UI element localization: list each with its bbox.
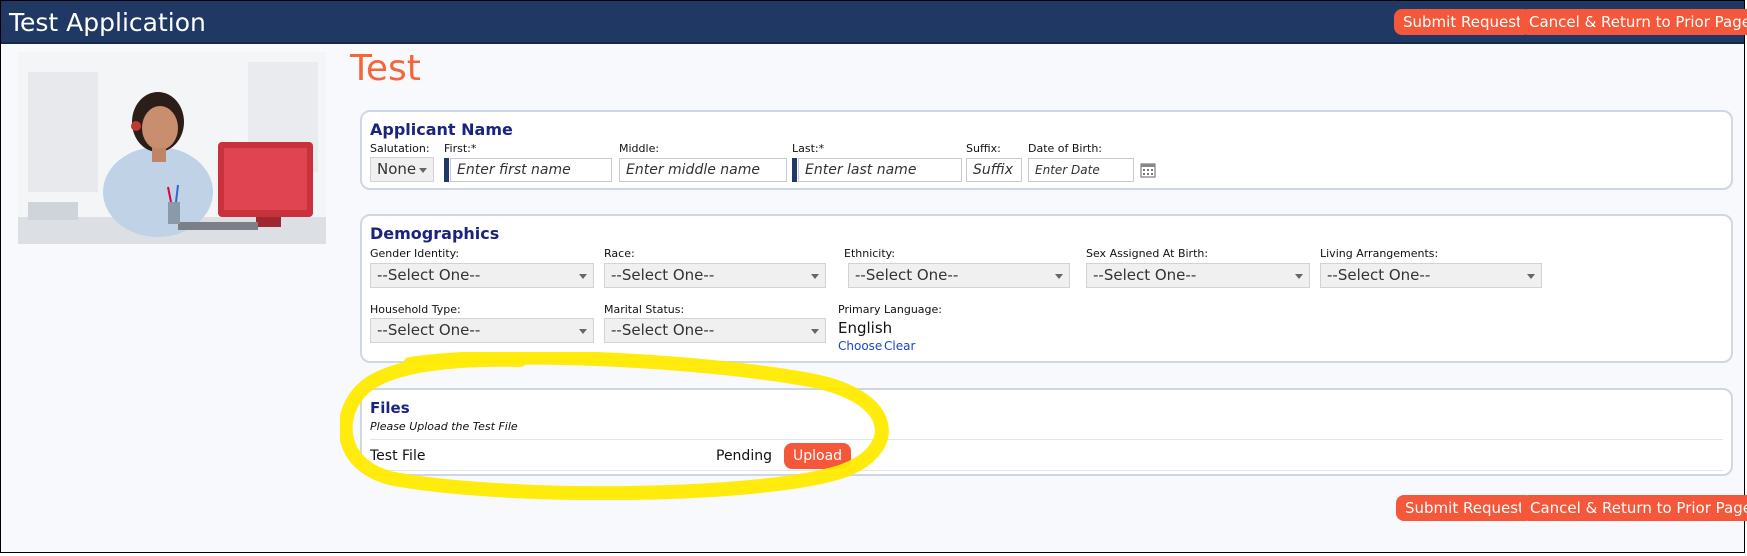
agent-at-computer-illustration	[18, 52, 326, 244]
ethnicity-value: --Select One--	[855, 266, 959, 284]
cancel-return-button-bottom[interactable]: Cancel & Return to Prior Page	[1521, 495, 1747, 521]
dob-input[interactable]: Enter Date	[1028, 158, 1134, 182]
calendar-icon[interactable]	[1140, 162, 1156, 183]
top-bar: Test Application Submit Request Cancel &…	[1, 1, 1747, 44]
file-name: Test File	[370, 448, 426, 464]
upload-button[interactable]: Upload	[784, 443, 852, 469]
chevron-down-icon	[811, 274, 819, 279]
applicant-name-title: Applicant Name	[370, 120, 513, 139]
marital-status-select[interactable]: --Select One--	[604, 318, 826, 343]
race-select[interactable]: --Select One--	[604, 263, 826, 288]
marital-status-label: Marital Status:	[604, 303, 685, 316]
primary-language-label: Primary Language:	[838, 303, 942, 316]
sex-assigned-value: --Select One--	[1093, 266, 1197, 284]
chevron-down-icon	[1527, 274, 1535, 279]
living-arrangements-value: --Select One--	[1327, 266, 1431, 284]
salutation-select[interactable]: None	[370, 157, 434, 182]
applicant-name-panel: Applicant Name Salutation: None First:* …	[360, 110, 1733, 190]
ethnicity-select[interactable]: --Select One--	[848, 263, 1070, 288]
suffix-label: Suffix:	[966, 142, 1001, 155]
marital-status-value: --Select One--	[611, 321, 715, 339]
living-arrangements-label: Living Arrangements:	[1320, 247, 1439, 260]
chevron-down-icon	[811, 329, 819, 334]
file-status: Pending	[716, 448, 772, 464]
salutation-label: Salutation:	[370, 142, 430, 155]
suffix-input[interactable]: Suffix	[966, 158, 1022, 182]
race-value: --Select One--	[611, 266, 715, 284]
household-type-value: --Select One--	[377, 321, 481, 339]
middle-name-label: Middle:	[619, 142, 660, 155]
salutation-value: None	[377, 160, 417, 178]
submit-request-button-bottom[interactable]: Submit Request	[1396, 495, 1533, 521]
page-title: Test	[350, 48, 421, 89]
chevron-down-icon	[1055, 274, 1063, 279]
files-title: Files	[370, 399, 410, 417]
household-type-label: Household Type:	[370, 303, 461, 316]
required-marker	[444, 158, 449, 182]
chevron-down-icon	[579, 329, 587, 334]
primary-language-value: English	[838, 319, 893, 337]
gender-identity-value: --Select One--	[377, 266, 481, 284]
first-name-label: First:*	[444, 142, 477, 155]
last-name-label: Last:*	[792, 142, 825, 155]
last-name-input[interactable]: Enter last name	[798, 158, 962, 182]
gender-identity-label: Gender Identity:	[370, 247, 460, 260]
middle-name-input[interactable]: Enter middle name	[619, 158, 787, 182]
dob-label: Date of Birth:	[1028, 142, 1103, 155]
gender-identity-select[interactable]: --Select One--	[370, 263, 594, 288]
files-panel: Files Please Upload the Test File Test F…	[360, 388, 1733, 476]
sex-assigned-label: Sex Assigned At Birth:	[1086, 247, 1209, 260]
chevron-down-icon	[1295, 274, 1303, 279]
divider	[370, 470, 1723, 471]
submit-request-button-top[interactable]: Submit Request	[1394, 9, 1531, 35]
first-name-input[interactable]: Enter first name	[450, 158, 612, 182]
ethnicity-label: Ethnicity:	[844, 247, 896, 260]
table-row: Test File Pending Upload	[362, 440, 1731, 472]
app-title: Test Application	[9, 8, 206, 37]
household-type-select[interactable]: --Select One--	[370, 318, 594, 343]
demographics-title: Demographics	[370, 224, 500, 243]
required-marker	[792, 158, 797, 182]
demographics-panel: Demographics Gender Identity: --Select O…	[360, 214, 1733, 363]
chevron-down-icon	[579, 274, 587, 279]
sex-assigned-select[interactable]: --Select One--	[1086, 263, 1310, 288]
choose-language-link[interactable]: Choose	[838, 339, 882, 353]
chevron-down-icon	[419, 168, 427, 173]
cancel-return-button-top[interactable]: Cancel & Return to Prior Page	[1520, 9, 1747, 35]
living-arrangements-select[interactable]: --Select One--	[1320, 263, 1542, 288]
race-label: Race:	[604, 247, 635, 260]
files-instructions: Please Upload the Test File	[370, 420, 518, 433]
clear-language-link[interactable]: Clear	[884, 339, 915, 353]
